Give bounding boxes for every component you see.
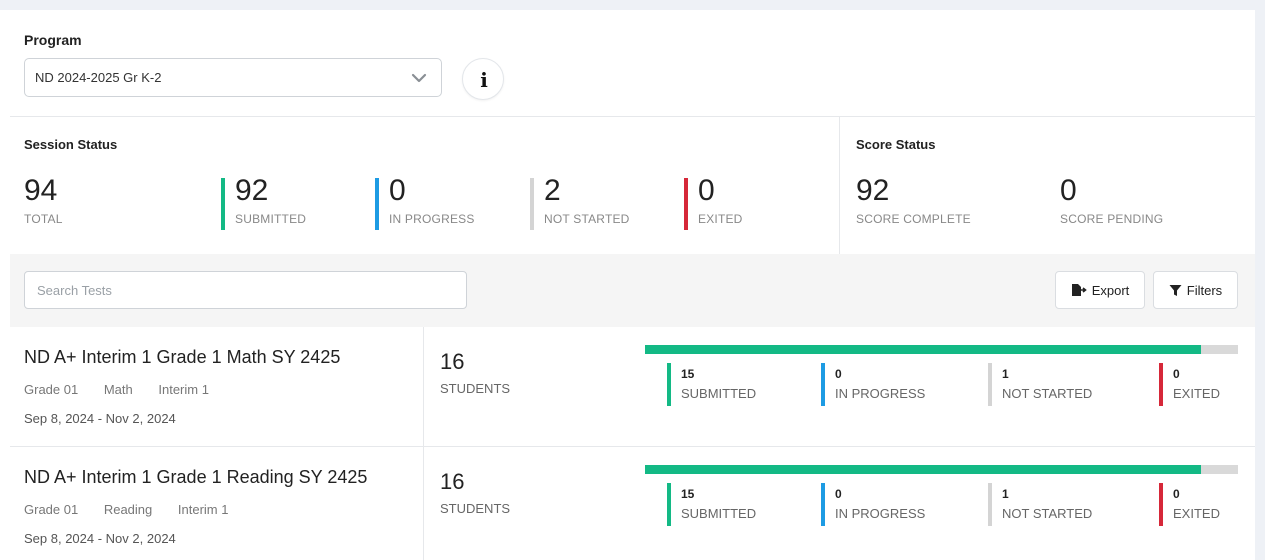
- chevron-down-icon: [411, 73, 427, 83]
- test-meta: Grade 01 Reading Interim 1: [24, 502, 250, 517]
- stat-score-complete-value: 92: [856, 174, 890, 207]
- stat-submitted: 92 SUBMITTED: [235, 174, 307, 227]
- stat-exited: 0 EXITED: [698, 174, 743, 227]
- test-exited-value: 0: [1173, 367, 1180, 381]
- test-submitted-value: 15: [681, 487, 695, 501]
- submitted-indicator: [667, 483, 671, 526]
- not-started-indicator: [988, 483, 992, 526]
- completion-progress-bar: [645, 345, 1238, 354]
- students-label: STUDENTS: [440, 501, 511, 516]
- test-not-started-value: 1: [1002, 367, 1009, 381]
- test-in-progress-label: IN PROGRESS: [835, 386, 926, 401]
- filters-button[interactable]: Filters: [1153, 271, 1238, 309]
- stat-exited-label: EXITED: [698, 212, 743, 226]
- stat-score-pending: 0 SCORE PENDING: [1060, 174, 1164, 227]
- in-progress-indicator: [375, 178, 379, 230]
- exited-indicator: [1159, 363, 1163, 406]
- stat-score-pending-label: SCORE PENDING: [1060, 212, 1164, 226]
- completion-progress-fill: [645, 465, 1201, 474]
- session-status-title: Session Status: [24, 137, 118, 152]
- scrollbar-gutter[interactable]: [1255, 10, 1265, 560]
- search-toolbar: Export Filters: [10, 254, 1255, 327]
- completion-progress-bar: [645, 465, 1238, 474]
- export-button[interactable]: Export: [1055, 271, 1145, 309]
- stat-total: 94 TOTAL: [24, 174, 63, 227]
- test-not-started-label: NOT STARTED: [1002, 386, 1093, 401]
- stat-not-started-label: NOT STARTED: [544, 212, 630, 226]
- exited-indicator: [684, 178, 688, 230]
- test-period: Interim 1: [158, 382, 209, 397]
- stat-in-progress-value: 0: [389, 174, 406, 207]
- in-progress-indicator: [821, 363, 825, 406]
- stat-not-started-value: 2: [544, 174, 561, 207]
- score-status-title: Score Status: [856, 137, 936, 152]
- filters-label: Filters: [1186, 282, 1223, 298]
- info-icon: i: [480, 68, 488, 92]
- test-row[interactable]: ND A+ Interim 1 Grade 1 Math SY 2425 Gra…: [10, 327, 1255, 447]
- test-not-started-value: 1: [1002, 487, 1009, 501]
- stat-submitted-label: SUBMITTED: [235, 212, 307, 226]
- students-value: 16: [440, 469, 465, 494]
- test-subject: Math: [103, 382, 133, 397]
- test-submitted-label: SUBMITTED: [681, 506, 757, 521]
- program-select[interactable]: ND 2024-2025 Gr K-2: [24, 58, 442, 97]
- not-started-indicator: [530, 178, 534, 230]
- export-icon: [1071, 284, 1087, 296]
- program-select-value: ND 2024-2025 Gr K-2: [35, 70, 162, 85]
- completion-progress-fill: [645, 345, 1201, 354]
- stat-submitted-value: 92: [235, 174, 269, 207]
- test-period: Interim 1: [177, 502, 229, 517]
- test-dates: Sep 8, 2024 - Nov 2, 2024: [24, 411, 176, 426]
- stat-score-complete: 92 SCORE COMPLETE: [856, 174, 971, 227]
- test-info: ND A+ Interim 1 Grade 1 Reading SY 2425 …: [10, 447, 424, 560]
- test-grade: Grade 01: [24, 502, 79, 517]
- test-in-progress-label: IN PROGRESS: [835, 506, 926, 521]
- test-title[interactable]: ND A+ Interim 1 Grade 1 Reading SY 2425: [24, 467, 367, 488]
- students-value: 16: [440, 349, 465, 374]
- exited-indicator: [1159, 483, 1163, 526]
- stat-not-started: 2 NOT STARTED: [544, 174, 630, 227]
- test-not-started-label: NOT STARTED: [1002, 506, 1093, 521]
- submitted-indicator: [667, 363, 671, 406]
- top-gutter: [0, 0, 1265, 10]
- in-progress-indicator: [821, 483, 825, 526]
- test-exited-value: 0: [1173, 487, 1180, 501]
- stat-in-progress-label: IN PROGRESS: [389, 212, 475, 226]
- stat-total-value: 94: [24, 174, 58, 207]
- students-label: STUDENTS: [440, 381, 511, 396]
- section-divider: [10, 116, 1255, 117]
- stat-total-label: TOTAL: [24, 212, 63, 226]
- program-label: Program: [24, 32, 82, 48]
- stat-in-progress: 0 IN PROGRESS: [389, 174, 475, 227]
- info-button[interactable]: i: [462, 58, 504, 100]
- test-info: ND A+ Interim 1 Grade 1 Math SY 2425 Gra…: [10, 327, 424, 447]
- not-started-indicator: [988, 363, 992, 406]
- test-exited-label: EXITED: [1173, 506, 1220, 521]
- filter-icon: [1169, 284, 1182, 296]
- test-dates: Sep 8, 2024 - Nov 2, 2024: [24, 531, 176, 546]
- stat-score-complete-label: SCORE COMPLETE: [856, 212, 971, 226]
- submitted-indicator: [221, 178, 225, 230]
- students-count: 16 STUDENTS: [440, 469, 510, 516]
- test-submitted-value: 15: [681, 367, 695, 381]
- test-exited-label: EXITED: [1173, 386, 1220, 401]
- students-count: 16 STUDENTS: [440, 349, 510, 396]
- test-subject: Reading: [103, 502, 153, 517]
- dashboard-panel: Program ND 2024-2025 Gr K-2 i Session St…: [10, 10, 1255, 560]
- test-row[interactable]: ND A+ Interim 1 Grade 1 Reading SY 2425 …: [10, 447, 1255, 560]
- stat-exited-value: 0: [698, 174, 715, 207]
- test-grade: Grade 01: [24, 382, 79, 397]
- export-label: Export: [1091, 282, 1130, 298]
- test-in-progress-value: 0: [835, 367, 842, 381]
- test-meta: Grade 01 Math Interim 1: [24, 382, 231, 397]
- test-title[interactable]: ND A+ Interim 1 Grade 1 Math SY 2425: [24, 347, 340, 368]
- stat-score-pending-value: 0: [1060, 174, 1077, 207]
- status-divider: [839, 116, 840, 254]
- test-submitted-label: SUBMITTED: [681, 386, 757, 401]
- search-tests-input[interactable]: [24, 271, 467, 309]
- test-in-progress-value: 0: [835, 487, 842, 501]
